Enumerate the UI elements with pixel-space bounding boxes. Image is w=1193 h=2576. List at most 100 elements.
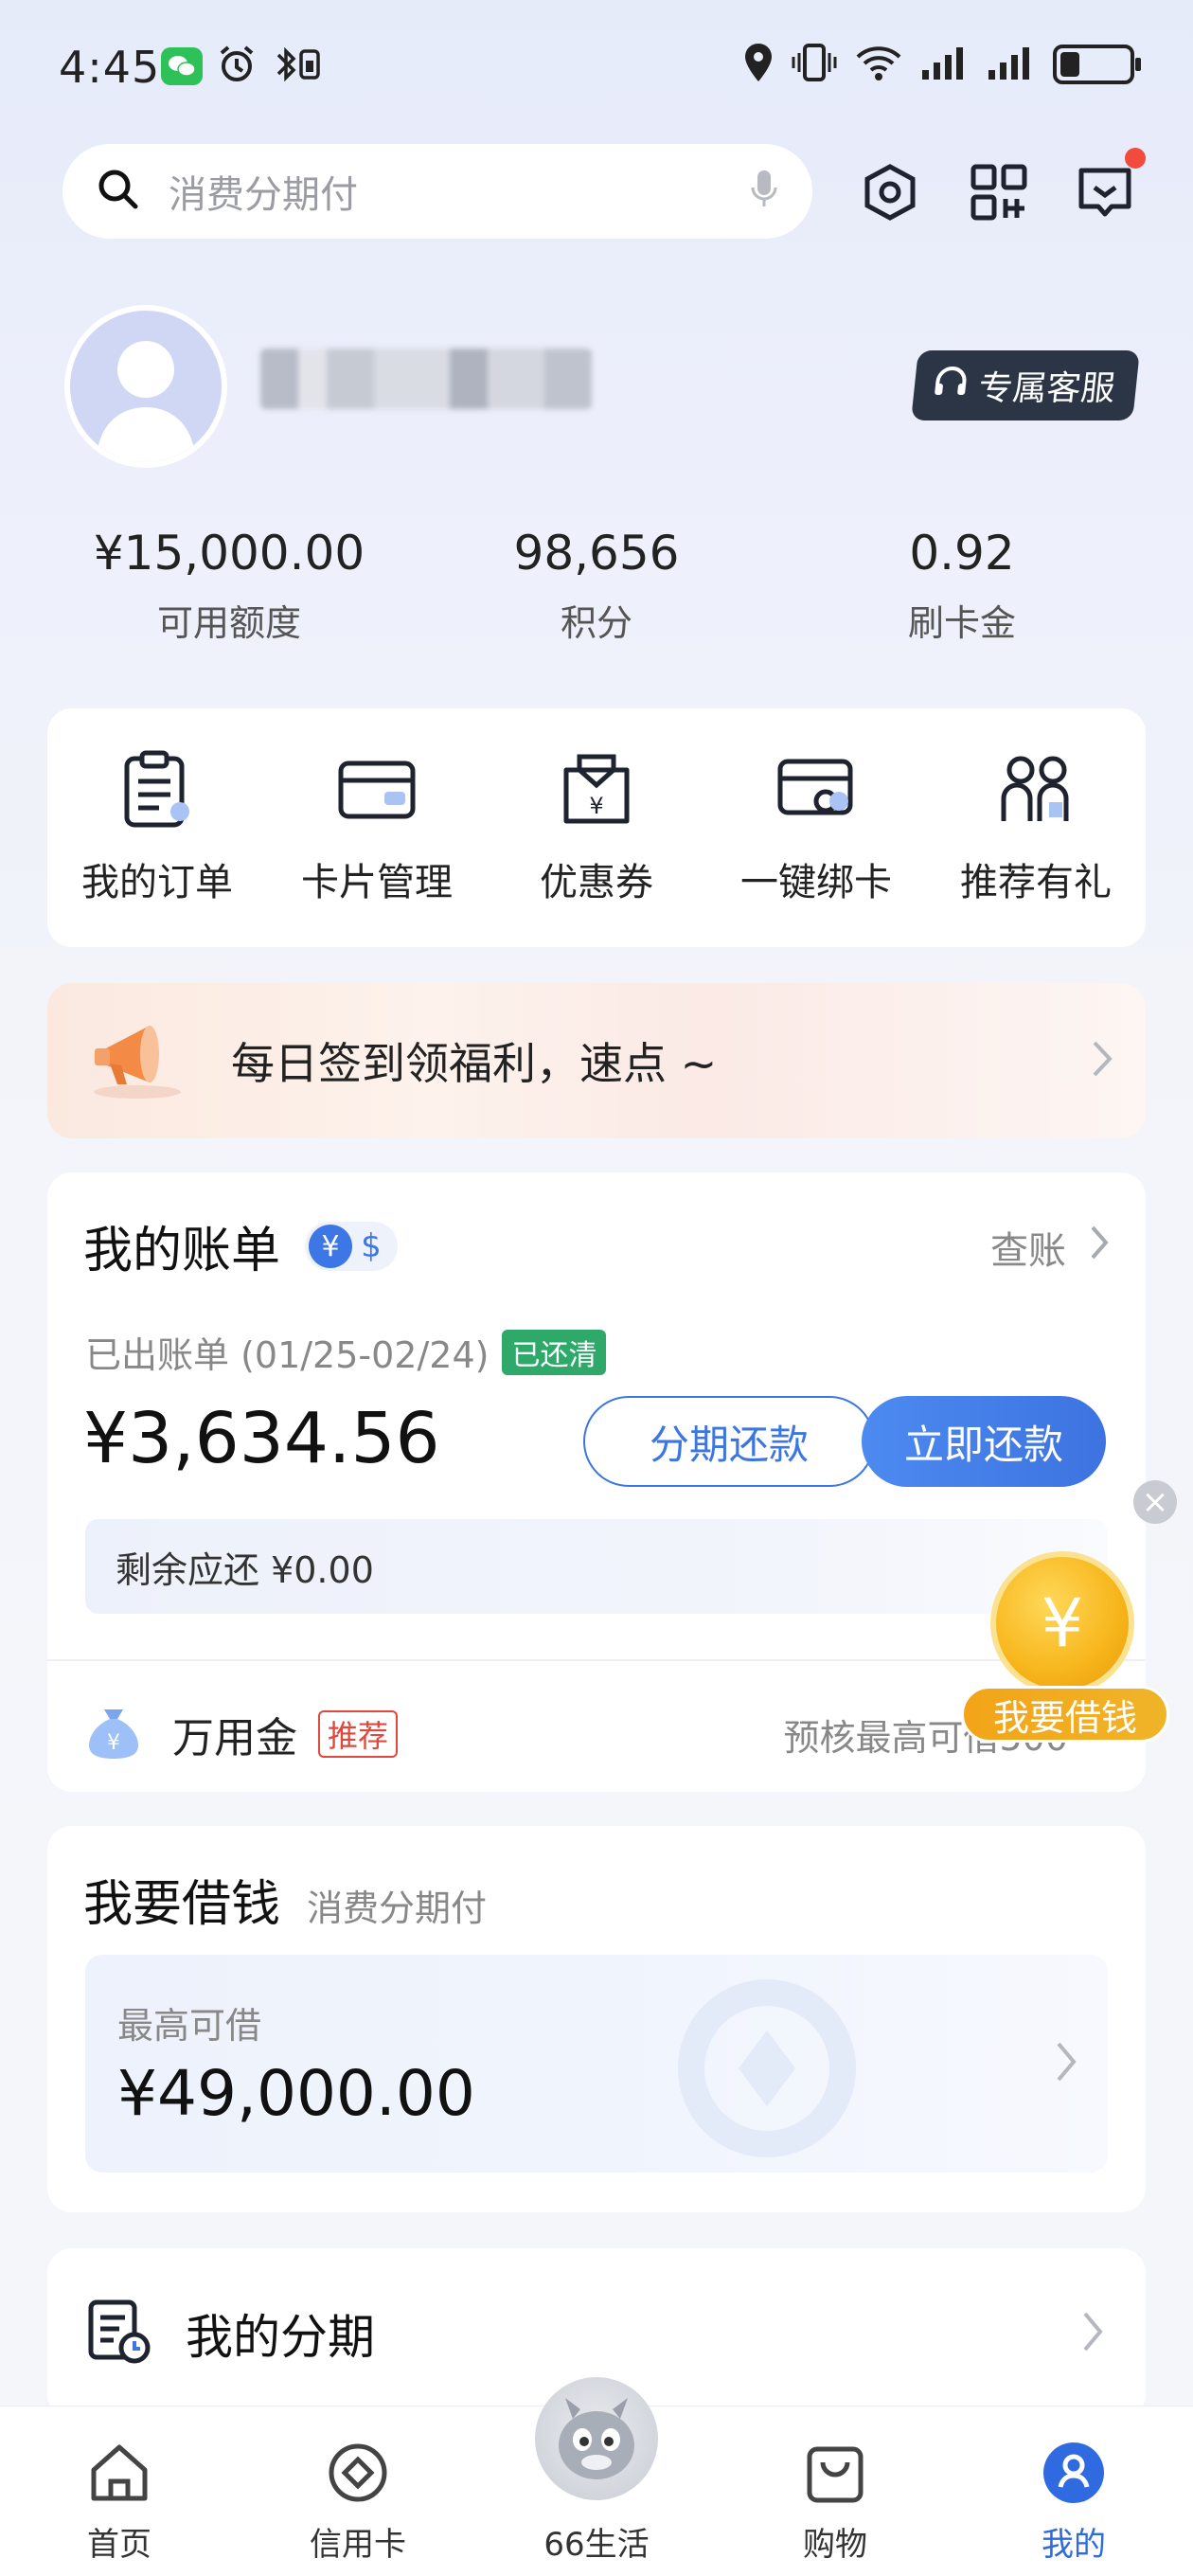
coin-icon[interactable]: ¥ (990, 1551, 1134, 1695)
quick-item-referral[interactable]: 推荐有礼 (932, 749, 1140, 906)
shopping-bag-icon (797, 2435, 873, 2511)
stat-label: 可用额度 (156, 602, 301, 644)
notification-dot (1125, 148, 1146, 169)
status-icons-right (742, 42, 1141, 87)
loan-amount-panel[interactable]: 最高可借 ¥49,000.00 (85, 1955, 1108, 2173)
qr-code-icon[interactable] (966, 159, 1032, 225)
quick-item-label: 推荐有礼 (960, 861, 1112, 904)
nav-label: 66生活 (543, 2526, 650, 2564)
banner-text: 每日签到领福利，速点 ~ (231, 1038, 718, 1089)
repay-now-button[interactable]: 立即还款 (862, 1396, 1106, 1487)
search-bar[interactable]: 消费分期付 (62, 144, 812, 239)
stat-value: ¥15,000.00 (93, 526, 365, 581)
settings-icon[interactable] (857, 159, 923, 225)
chevron-right-icon (1089, 1037, 1117, 1084)
search-input[interactable]: 消费分期付 (169, 164, 750, 219)
borrow-float-button[interactable]: 我要借钱 (961, 1686, 1169, 1743)
loan-subtitle: 消费分期付 (307, 1887, 488, 1929)
quick-item-cards[interactable]: 卡片管理 (273, 749, 481, 906)
quick-item-bind-card[interactable]: 一键绑卡 (712, 749, 920, 906)
username-blurred (260, 349, 592, 409)
quick-item-label: 一键绑卡 (740, 861, 892, 904)
mascot-icon[interactable] (535, 2377, 658, 2500)
quick-menu: 我的订单 卡片管理 ¥ 优惠券 一键绑卡 推荐有礼 (47, 708, 1146, 947)
currency-toggle[interactable]: ¥ $ (305, 1222, 398, 1271)
nav-label: 我的 (1042, 2526, 1106, 2564)
stat-value: 98,656 (513, 526, 680, 581)
stat-label: 刷卡金 (907, 602, 1016, 644)
alarm-icon (216, 44, 258, 89)
credit-card-icon (320, 2435, 396, 2511)
bill-amount: ¥3,634.56 (83, 1398, 440, 1479)
quick-item-label: 优惠券 (540, 861, 653, 904)
vibrate-icon (792, 42, 837, 87)
status-icons-left (161, 44, 324, 89)
wanyong-row[interactable]: ¥ 万用金 推荐 预核最高可借500 (83, 1691, 1106, 1777)
watermark-logo-icon (672, 1974, 862, 2167)
location-icon (742, 42, 775, 87)
coupon-icon: ¥ (557, 749, 636, 829)
card-icon (337, 749, 417, 829)
divider (47, 1659, 1146, 1661)
check-bill-link[interactable]: 查账 (990, 1220, 1112, 1275)
megaphone-icon (85, 1016, 189, 1105)
bill-title: 我的账单 (83, 1223, 281, 1279)
quick-item-coupons[interactable]: ¥ 优惠券 (492, 749, 701, 906)
wechat-notification-icon (161, 47, 203, 85)
quick-item-orders[interactable]: 我的订单 (53, 749, 261, 906)
quick-item-label: 卡片管理 (301, 861, 453, 904)
installment-icon (85, 2299, 151, 2369)
bind-card-icon (776, 749, 856, 829)
money-bag-icon: ¥ (83, 1702, 144, 1766)
microphone-icon[interactable] (750, 169, 778, 214)
avatar[interactable] (64, 305, 227, 468)
paid-status-badge: 已还清 (502, 1329, 607, 1375)
check-label: 查账 (990, 1229, 1066, 1273)
close-float-icon[interactable]: × (1133, 1480, 1177, 1524)
remaining-due: 剩余应还 ¥0.00 (85, 1519, 1108, 1614)
daily-checkin-banner[interactable]: 每日签到领福利，速点 ~ (47, 983, 1146, 1138)
exclusive-service-button[interactable]: 专属客服 (911, 350, 1140, 420)
svg-text:¥: ¥ (589, 793, 603, 819)
headset-icon (929, 363, 971, 409)
bill-period: 已出账单 (01/25-02/24) 已还清 (85, 1326, 607, 1378)
svg-text:¥: ¥ (107, 1731, 120, 1755)
profile-icon (1036, 2435, 1112, 2511)
nav-home[interactable]: 首页 (25, 2435, 214, 2565)
recommend-badge: 推荐 (318, 1710, 399, 1758)
installments-title: 我的分期 (186, 2310, 375, 2365)
signal-icon-2 (987, 42, 1036, 87)
message-icon[interactable] (1072, 148, 1146, 225)
nav-shopping[interactable]: 购物 (740, 2435, 930, 2565)
bill-period-text: 已出账单 (01/25-02/24) (85, 1334, 490, 1376)
bluetooth-icon (271, 44, 324, 89)
installment-repay-button[interactable]: 分期还款 (583, 1396, 875, 1487)
wifi-icon (854, 42, 903, 87)
status-time: 4:45 (59, 42, 161, 93)
currency-yen[interactable]: ¥ (309, 1225, 352, 1268)
stat-value: 0.92 (909, 526, 1015, 581)
nav-profile[interactable]: 我的 (979, 2435, 1168, 2565)
signal-icon-1 (920, 42, 970, 87)
available-credit[interactable]: ¥15,000.00 可用额度 (49, 526, 409, 646)
wanyong-name: 万用金 (172, 1714, 297, 1762)
search-icon (97, 168, 140, 215)
chevron-right-icon (1079, 2308, 1108, 2359)
home-icon (81, 2435, 157, 2511)
loan-card: 我要借钱 消费分期付 最高可借 ¥49,000.00 (47, 1826, 1146, 2212)
nav-label: 购物 (803, 2526, 867, 2564)
stat-label: 积分 (560, 602, 632, 644)
nav-credit-card[interactable]: 信用卡 (263, 2435, 453, 2565)
chevron-right-icon (1089, 1224, 1112, 1271)
referral-icon (996, 749, 1076, 829)
service-label: 专属客服 (976, 369, 1117, 408)
chevron-right-icon (1053, 2038, 1081, 2089)
quick-item-label: 我的订单 (81, 861, 233, 904)
nav-label: 首页 (87, 2526, 151, 2564)
currency-usd[interactable]: $ (352, 1227, 390, 1265)
battery-icon (1053, 45, 1141, 84)
points[interactable]: 98,656 积分 (417, 526, 776, 646)
loan-title: 我要借钱 (83, 1876, 281, 1933)
card-rewards[interactable]: 0.92 刷卡金 (782, 526, 1142, 646)
loan-amount: ¥49,000.00 (117, 2057, 475, 2130)
